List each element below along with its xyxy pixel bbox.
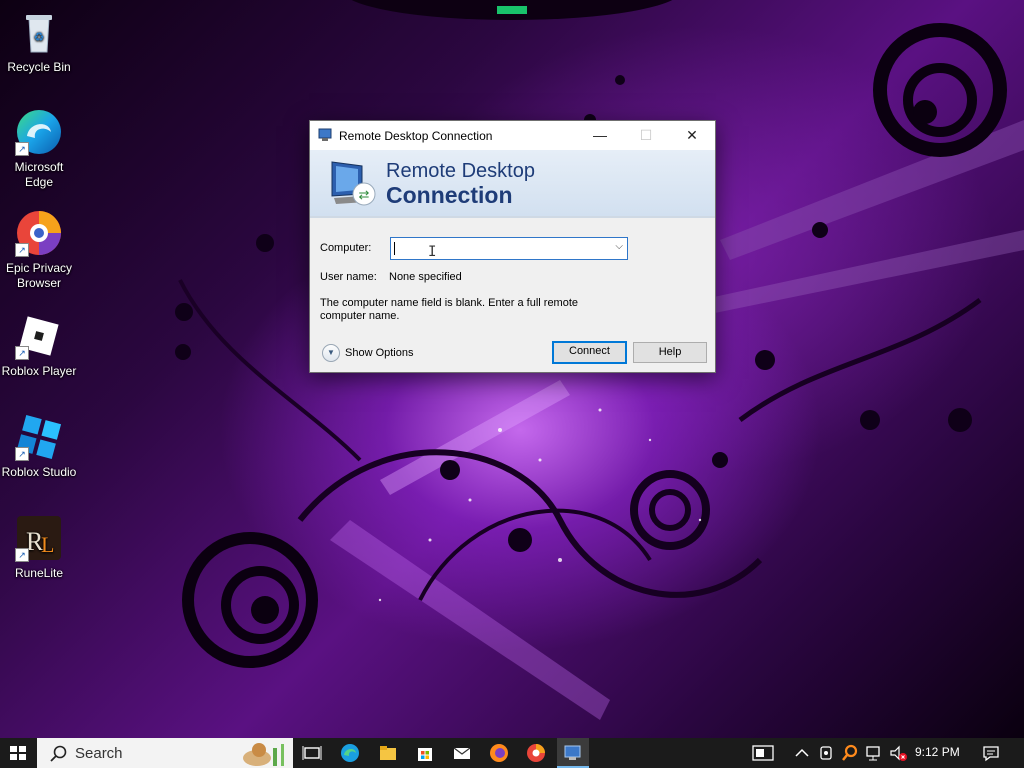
desktop-icon-runelite[interactable]: RL ↗ RuneLite (1, 514, 77, 581)
file-explorer-icon[interactable] (378, 743, 398, 763)
recycle-bin-icon: ♻ (15, 8, 63, 56)
desktop-icon-edge[interactable]: ↗ Microsoft Edge (1, 108, 77, 190)
remote-desktop-dialog: Remote Desktop Connection — ☐ ✕ ⇄ Remote… (309, 120, 716, 373)
username-label: User name: (320, 271, 377, 283)
maximize-button: ☐ (639, 127, 653, 143)
banner-title-line1: Remote Desktop (386, 160, 535, 182)
edge-icon: ↗ (15, 108, 63, 156)
dialog-titlebar[interactable]: Remote Desktop Connection — ☐ ✕ (310, 121, 715, 150)
notification-icon[interactable] (981, 743, 1001, 763)
windows-logo-icon (10, 746, 26, 760)
remote-desktop-logo-icon: ⇄ (326, 156, 378, 208)
remote-desktop-icon (318, 128, 332, 142)
chevron-down-icon[interactable]: ⌵ (615, 241, 623, 252)
firefox-icon[interactable] (489, 743, 509, 763)
remote-desktop-icon (564, 745, 581, 760)
mouse-ibeam-cursor-icon: I (428, 244, 437, 260)
task-view-icon[interactable] (302, 743, 322, 763)
search-highlight-icon (243, 743, 284, 766)
desktop-icon-label: Epic Privacy Browser (5, 261, 73, 290)
desktop-icon-roblox-studio[interactable]: ↗ Roblox Studio (1, 413, 77, 480)
username-value: None specified (389, 271, 462, 283)
runelite-icon: RL ↗ (15, 514, 63, 562)
shortcut-arrow-icon: ↗ (15, 447, 29, 461)
chevron-up-icon[interactable] (792, 743, 812, 763)
start-button[interactable] (0, 738, 36, 768)
shortcut-arrow-icon: ↗ (15, 548, 29, 562)
shortcut-arrow-icon: ↗ (15, 346, 29, 360)
computer-combobox[interactable]: ⌵ (390, 237, 628, 260)
dialog-banner: ⇄ Remote Desktop Connection (310, 150, 715, 218)
roblox-player-icon: ↗ (15, 312, 63, 360)
shortcut-arrow-icon: ↗ (15, 142, 29, 156)
meet-now-icon[interactable] (752, 743, 774, 763)
dialog-title: Remote Desktop Connection (339, 129, 493, 143)
desktop-icon-label: Microsoft Edge (14, 160, 64, 189)
computer-label: Computer: (320, 242, 372, 254)
text-caret (394, 242, 395, 255)
epic-browser-icon: ↗ (15, 209, 63, 257)
expand-circle-icon: ▼ (322, 344, 340, 362)
desktop-icon-label: Roblox Studio (1, 465, 77, 479)
svg-text:L: L (41, 532, 54, 557)
banner-title-line2: Connection (386, 182, 513, 208)
roblox-studio-icon: ↗ (15, 413, 63, 461)
desktop-icon-recycle-bin[interactable]: ♻ Recycle Bin (1, 8, 77, 75)
search-tool-icon[interactable] (840, 743, 860, 763)
mail-icon[interactable] (452, 743, 472, 763)
epic-browser-icon[interactable] (526, 743, 546, 763)
svg-text:⇄: ⇄ (359, 187, 370, 202)
taskbar: Search 9:12 PM (0, 738, 1024, 768)
search-icon (50, 745, 67, 762)
desktop-icon-roblox-player[interactable]: ↗ Roblox Player (1, 312, 77, 379)
desktop-icon-label: RuneLite (14, 566, 64, 580)
ethernet-icon[interactable] (864, 743, 884, 763)
show-options-label: Show Options (345, 347, 414, 359)
svg-text:♻: ♻ (34, 30, 45, 44)
volume-muted-icon[interactable] (888, 743, 908, 763)
close-button[interactable]: ✕ (669, 121, 715, 150)
taskbar-clock[interactable]: 9:12 PM (915, 745, 960, 759)
connect-button[interactable]: Connect (552, 341, 627, 364)
edge-icon[interactable] (340, 743, 360, 763)
desktop-icon-epic-browser[interactable]: ↗ Epic Privacy Browser (1, 209, 77, 291)
search-placeholder: Search (75, 745, 123, 762)
desktop-icon-label: Roblox Player (1, 364, 77, 378)
minimize-button[interactable]: — (577, 121, 623, 150)
shortcut-arrow-icon: ↗ (15, 243, 29, 257)
status-message: The computer name field is blank. Enter … (320, 297, 579, 322)
network-icon[interactable] (816, 743, 836, 763)
taskbar-active-app[interactable] (557, 738, 589, 768)
help-button[interactable]: Help (633, 342, 707, 363)
desktop-icon-label: Recycle Bin (7, 60, 71, 74)
microsoft-store-icon[interactable] (415, 743, 435, 763)
taskbar-search-box[interactable]: Search (37, 738, 293, 768)
